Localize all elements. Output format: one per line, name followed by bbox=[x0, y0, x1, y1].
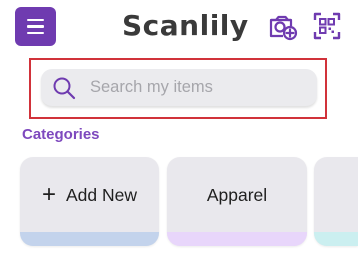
category-card-apparel[interactable]: Apparel bbox=[167, 157, 307, 246]
hamburger-menu-icon-bar bbox=[27, 31, 44, 35]
category-card-label-row: Apparel bbox=[167, 157, 307, 233]
add-photo-button[interactable] bbox=[266, 9, 300, 43]
hamburger-menu-icon-bar bbox=[27, 25, 44, 28]
category-card-label: Apparel bbox=[206, 184, 268, 205]
category-card-label: Add New bbox=[66, 184, 138, 205]
category-card-add-new[interactable]: + Add New bbox=[20, 157, 159, 246]
search-icon bbox=[51, 75, 76, 100]
menu-button[interactable] bbox=[15, 7, 56, 46]
plus-icon: + bbox=[41, 181, 56, 208]
category-card[interactable] bbox=[314, 157, 358, 246]
hamburger-menu-icon bbox=[27, 18, 44, 22]
app-title: Scanlily bbox=[122, 9, 249, 42]
camera-add-icon bbox=[269, 15, 298, 41]
scan-qr-icon bbox=[313, 12, 341, 40]
search-bar[interactable] bbox=[41, 69, 317, 106]
category-color-strip bbox=[167, 232, 307, 246]
search-input[interactable] bbox=[90, 78, 290, 97]
category-color-strip bbox=[20, 232, 159, 246]
category-card-label-row: + Add New bbox=[20, 157, 159, 233]
category-color-strip bbox=[314, 232, 358, 246]
categories-heading: Categories bbox=[22, 126, 100, 143]
scan-button[interactable] bbox=[310, 9, 344, 43]
